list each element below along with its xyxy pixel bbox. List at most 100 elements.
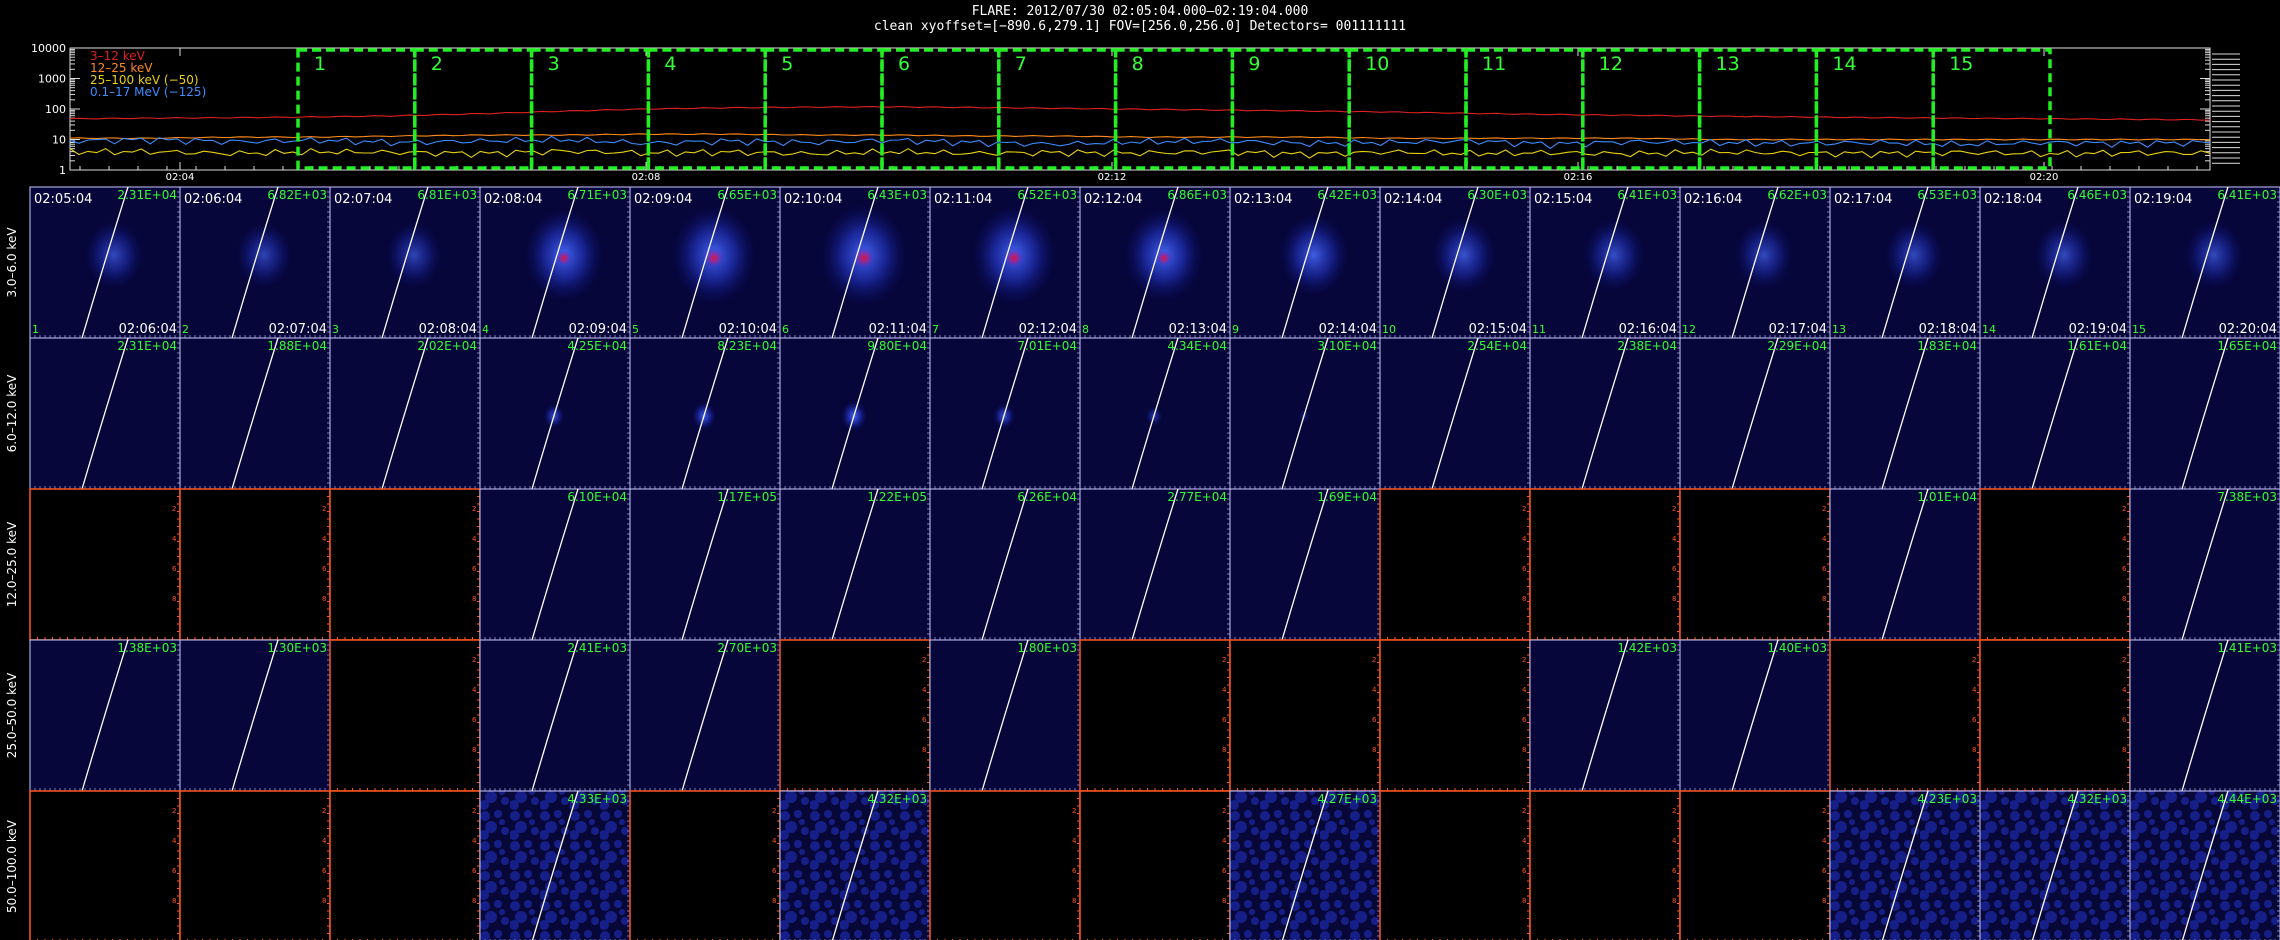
empty-axis-label: 4 [1972, 686, 1977, 694]
empty-axis-label: 6 [1072, 867, 1077, 875]
empty-axis-label: 2 [2122, 505, 2126, 513]
end-time-label: 02:13:04 [1169, 322, 1227, 337]
source-emission [1582, 218, 1646, 292]
bin-number-label: 3 [332, 323, 339, 336]
peak-value-label: 4.32E+03 [2067, 792, 2127, 806]
empty-axis-label: 4 [472, 837, 477, 845]
empty-axis-label: 2 [472, 807, 476, 815]
peak-value-label: 1.61E+04 [2067, 339, 2127, 353]
empty-axis-label: 2 [1672, 505, 1676, 513]
peak-value-label: 1.30E+03 [267, 641, 327, 655]
image-cell [1529, 488, 1681, 641]
empty-axis-label: 2 [472, 505, 476, 513]
bin-number-label: 8 [1082, 323, 1089, 336]
peak-value-label: 6.41E+03 [2217, 188, 2277, 202]
image-cell [329, 488, 481, 641]
peak-value-label: 6.53E+03 [1917, 188, 1977, 202]
empty-axis-label: 6 [1522, 716, 1527, 724]
empty-axis-label: 8 [1072, 897, 1076, 905]
peak-value-label: 6.41E+03 [1617, 188, 1677, 202]
empty-axis-label: 6 [1222, 867, 1227, 875]
peak-value-label: 1.65E+04 [2217, 339, 2277, 353]
empty-axis-label: 4 [1672, 535, 1677, 543]
end-time-label: 02:08:04 [419, 322, 477, 337]
image-cell [1679, 790, 1831, 940]
empty-axis-label: 6 [2122, 565, 2127, 573]
empty-axis-label: 8 [1822, 897, 1826, 905]
peak-value-label: 6.52E+03 [1017, 188, 1077, 202]
peak-value-label: 1.17E+05 [717, 490, 777, 504]
empty-axis-label: 6 [1522, 867, 1527, 875]
image-cell [1379, 639, 1531, 792]
empty-axis-label: 8 [1672, 595, 1676, 603]
start-time-label: 02:15:04 [1534, 192, 1592, 207]
peak-value-label: 7.38E+03 [2217, 490, 2277, 504]
peak-value-label: 2.77E+04 [1167, 490, 1227, 504]
peak-value-label: 1.41E+03 [2217, 641, 2277, 655]
empty-axis-label: 8 [472, 897, 476, 905]
empty-axis-label: 2 [922, 656, 926, 664]
empty-axis-label: 6 [472, 565, 477, 573]
peak-value-label: 2.02E+04 [417, 339, 477, 353]
empty-axis-label: 2 [1522, 656, 1526, 664]
source-core [1004, 248, 1024, 268]
image-cell [329, 790, 481, 940]
end-time-label: 02:17:04 [1769, 322, 1827, 337]
empty-axis-label: 8 [472, 746, 476, 754]
peak-value-label: 6.10E+04 [567, 490, 627, 504]
empty-axis-label: 8 [2122, 595, 2126, 603]
empty-axis-label: 8 [1972, 746, 1976, 754]
start-time-label: 02:08:04 [484, 192, 542, 207]
bin-number-label: 13 [1832, 323, 1846, 336]
bin-number-label: 15 [2132, 323, 2146, 336]
peak-value-label: 8.23E+04 [717, 339, 777, 353]
energy-band-label: 6.0–12.0 keV [5, 374, 19, 453]
peak-value-label: 1.42E+03 [1617, 641, 1677, 655]
peak-value-label: 2.38E+04 [1617, 339, 1677, 353]
peak-value-label: 3.10E+04 [1317, 339, 1377, 353]
empty-axis-label: 8 [1522, 746, 1526, 754]
end-time-label: 02:18:04 [1919, 322, 1977, 337]
start-time-label: 02:14:04 [1384, 192, 1442, 207]
peak-value-label: 1.83E+04 [1917, 339, 1977, 353]
peak-value-label: 2.54E+04 [1467, 339, 1527, 353]
empty-axis-label: 8 [772, 897, 776, 905]
empty-axis-label: 6 [172, 565, 177, 573]
empty-axis-label: 2 [322, 807, 326, 815]
peak-value-label: 6.81E+03 [417, 188, 477, 202]
energy-band-label: 3.0–6.0 keV [5, 227, 19, 298]
start-time-label: 02:09:04 [634, 192, 692, 207]
image-cell [1679, 488, 1831, 641]
start-time-label: 02:13:04 [1234, 192, 1292, 207]
empty-axis-label: 4 [472, 535, 477, 543]
empty-axis-label: 4 [1072, 837, 1077, 845]
peak-value-label: 1.88E+04 [267, 339, 327, 353]
empty-axis-label: 4 [1222, 686, 1227, 694]
energy-band-label: 25.0–50.0 keV [5, 672, 19, 758]
peak-value-label: 1.40E+03 [1767, 641, 1827, 655]
source-emission [1431, 216, 1497, 294]
empty-axis-label: 2 [172, 807, 176, 815]
image-grid: 3.0–6.0 keV 2.31E+04 02:05:04 02:06:04 1 6.82… [5, 186, 2280, 940]
empty-axis-label: 4 [1372, 686, 1377, 694]
empty-axis-label: 4 [322, 837, 327, 845]
empty-axis-label: 4 [472, 686, 477, 694]
peak-value-label: 6.65E+03 [717, 188, 777, 202]
empty-axis-label: 6 [772, 867, 777, 875]
empty-axis-label: 6 [172, 867, 177, 875]
image-cell [629, 790, 781, 940]
bin-number-label: 6 [782, 323, 789, 336]
empty-axis-label: 2 [1672, 807, 1676, 815]
peak-value-label: 4.23E+03 [1917, 792, 1977, 806]
end-time-label: 02:09:04 [569, 322, 627, 337]
source-emission [1278, 213, 1350, 297]
end-time-label: 02:11:04 [869, 322, 927, 337]
peak-value-label: 9.80E+04 [867, 339, 927, 353]
start-time-label: 02:06:04 [184, 192, 242, 207]
empty-axis-label: 6 [2122, 716, 2127, 724]
bin-number-label: 5 [632, 323, 639, 336]
bin-number-label: 14 [1982, 323, 1996, 336]
image-cell [1379, 790, 1531, 940]
empty-axis-label: 6 [322, 565, 327, 573]
empty-axis-label: 8 [1822, 595, 1826, 603]
